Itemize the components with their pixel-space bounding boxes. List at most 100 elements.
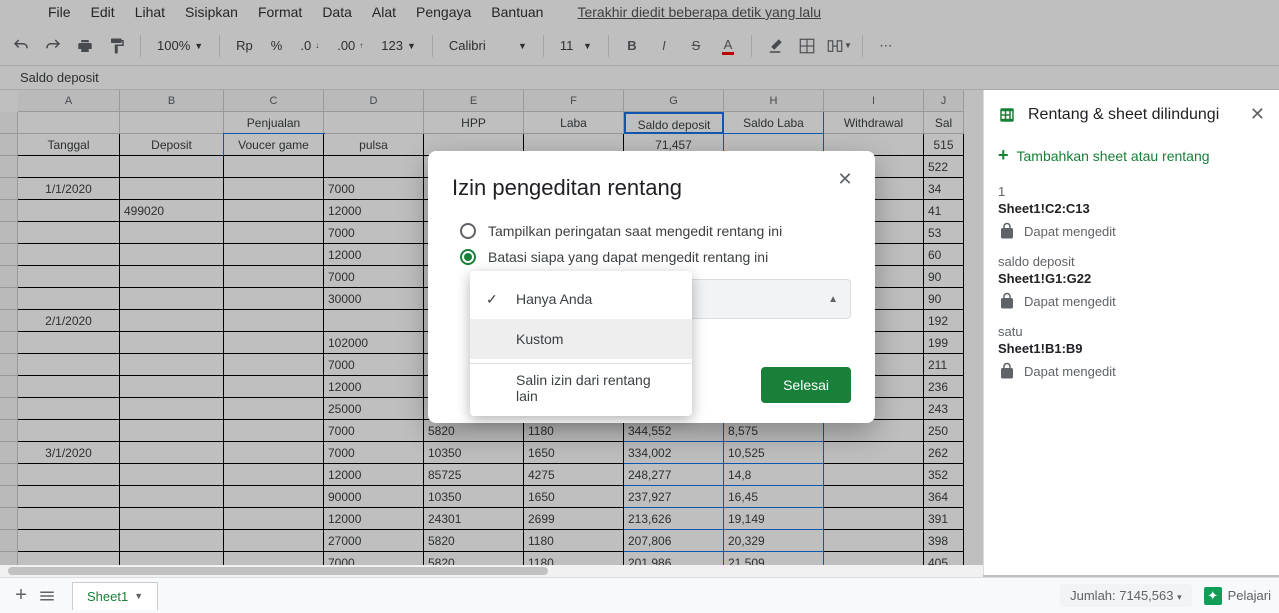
cell[interactable]: 7000 xyxy=(324,178,424,200)
cell[interactable] xyxy=(120,376,224,398)
cell[interactable] xyxy=(824,420,924,442)
cell[interactable]: 14,8 xyxy=(724,464,824,486)
font-size-select[interactable]: 11▼ xyxy=(554,38,598,53)
cell[interactable] xyxy=(824,486,924,508)
cell[interactable]: 3/1/2020 xyxy=(18,442,120,464)
bold-icon[interactable]: B xyxy=(619,33,645,59)
radio-warn[interactable]: Tampilkan peringatan saat mengedit renta… xyxy=(460,223,851,239)
cell[interactable]: 192 xyxy=(924,310,964,332)
cell[interactable]: 211 xyxy=(924,354,964,376)
menu-tools[interactable]: Alat xyxy=(364,2,404,22)
cell[interactable] xyxy=(224,508,324,530)
menu-data[interactable]: Data xyxy=(314,2,360,22)
cell[interactable] xyxy=(120,310,224,332)
menu-format[interactable]: Format xyxy=(250,2,310,22)
more-icon[interactable]: ⋯ xyxy=(873,33,899,59)
cell[interactable]: 391 xyxy=(924,508,964,530)
col-header[interactable]: E xyxy=(424,90,524,112)
cell[interactable]: pulsa xyxy=(324,134,424,156)
cell[interactable]: 248,277 xyxy=(624,464,724,486)
cell[interactable]: 90 xyxy=(924,266,964,288)
add-range-button[interactable]: +Tambahkan sheet atau rentang xyxy=(984,137,1279,174)
cell[interactable]: 7000 xyxy=(324,266,424,288)
cell[interactable] xyxy=(224,376,324,398)
cell[interactable] xyxy=(18,398,120,420)
cell[interactable] xyxy=(120,178,224,200)
radio-restrict[interactable]: Batasi siapa yang dapat mengedit rentang… xyxy=(460,249,851,265)
cell[interactable] xyxy=(324,310,424,332)
cell[interactable] xyxy=(18,156,120,178)
explore-button[interactable]: ✦Pelajari xyxy=(1204,587,1271,605)
cell[interactable] xyxy=(120,222,224,244)
cell[interactable]: 60 xyxy=(924,244,964,266)
cell[interactable]: 90 xyxy=(924,288,964,310)
cell[interactable]: 2699 xyxy=(524,508,624,530)
cell[interactable] xyxy=(824,464,924,486)
cell[interactable]: Sal xyxy=(924,112,964,134)
cell[interactable]: 53 xyxy=(924,222,964,244)
menu-view[interactable]: Lihat xyxy=(127,2,173,22)
cell[interactable] xyxy=(120,398,224,420)
cell[interactable]: 10350 xyxy=(424,486,524,508)
protected-range-item[interactable]: 1Sheet1!C2:C13Dapat mengedit xyxy=(984,174,1279,244)
opt-only-you[interactable]: Hanya Anda xyxy=(470,279,692,319)
cell[interactable] xyxy=(120,442,224,464)
col-header[interactable]: B xyxy=(120,90,224,112)
menu-insert[interactable]: Sisipkan xyxy=(177,2,246,22)
cell[interactable]: 10,525 xyxy=(724,442,824,464)
formula-bar[interactable]: Saldo deposit xyxy=(0,66,1279,90)
cell[interactable]: 12000 xyxy=(324,464,424,486)
cell[interactable] xyxy=(224,486,324,508)
cell[interactable] xyxy=(18,508,120,530)
cell[interactable]: 236 xyxy=(924,376,964,398)
cell[interactable]: 398 xyxy=(924,530,964,552)
cell[interactable] xyxy=(18,530,120,552)
cell[interactable] xyxy=(120,530,224,552)
cell[interactable] xyxy=(224,420,324,442)
text-color-icon[interactable]: A xyxy=(715,33,741,59)
paint-format-icon[interactable] xyxy=(104,33,130,59)
redo-icon[interactable] xyxy=(40,33,66,59)
cell[interactable]: 85725 xyxy=(424,464,524,486)
cell[interactable]: 34 xyxy=(924,178,964,200)
cell[interactable] xyxy=(224,200,324,222)
cell[interactable]: 250 xyxy=(924,420,964,442)
cell[interactable]: HPP xyxy=(424,112,524,134)
cell[interactable]: 213,626 xyxy=(624,508,724,530)
cell[interactable] xyxy=(224,178,324,200)
opt-custom[interactable]: Kustom xyxy=(470,319,692,359)
cell[interactable]: 515 xyxy=(924,134,964,156)
cell[interactable] xyxy=(18,376,120,398)
cell[interactable]: 7000 xyxy=(324,354,424,376)
cell[interactable] xyxy=(18,420,120,442)
cell[interactable] xyxy=(120,354,224,376)
cell[interactable]: 499020 xyxy=(120,200,224,222)
sheet-tab[interactable]: Sheet1 ▼ xyxy=(72,582,158,610)
cell[interactable]: 7000 xyxy=(324,442,424,464)
print-icon[interactable] xyxy=(72,33,98,59)
merge-cells-icon[interactable]: ▼ xyxy=(826,33,852,59)
cell[interactable]: 237,927 xyxy=(624,486,724,508)
cell[interactable]: Deposit xyxy=(120,134,224,156)
cell[interactable]: 5820 xyxy=(424,530,524,552)
cell[interactable]: 12000 xyxy=(324,200,424,222)
cell[interactable] xyxy=(120,464,224,486)
cell[interactable] xyxy=(18,266,120,288)
menu-addons[interactable]: Pengaya xyxy=(408,2,479,22)
cell[interactable] xyxy=(224,530,324,552)
cell[interactable] xyxy=(224,332,324,354)
all-sheets-icon[interactable] xyxy=(34,583,60,609)
cell[interactable]: 19,149 xyxy=(724,508,824,530)
cell[interactable] xyxy=(224,288,324,310)
col-header[interactable]: F xyxy=(524,90,624,112)
horizontal-scrollbar[interactable] xyxy=(0,565,983,577)
zoom-select[interactable]: 100% ▼ xyxy=(151,38,209,53)
cell[interactable]: Voucer game xyxy=(224,134,324,156)
cell[interactable] xyxy=(224,222,324,244)
cell[interactable] xyxy=(224,442,324,464)
cell[interactable] xyxy=(224,156,324,178)
cell[interactable] xyxy=(120,266,224,288)
cell[interactable]: 4275 xyxy=(524,464,624,486)
cell[interactable]: 334,002 xyxy=(624,442,724,464)
done-button[interactable]: Selesai xyxy=(761,367,851,403)
